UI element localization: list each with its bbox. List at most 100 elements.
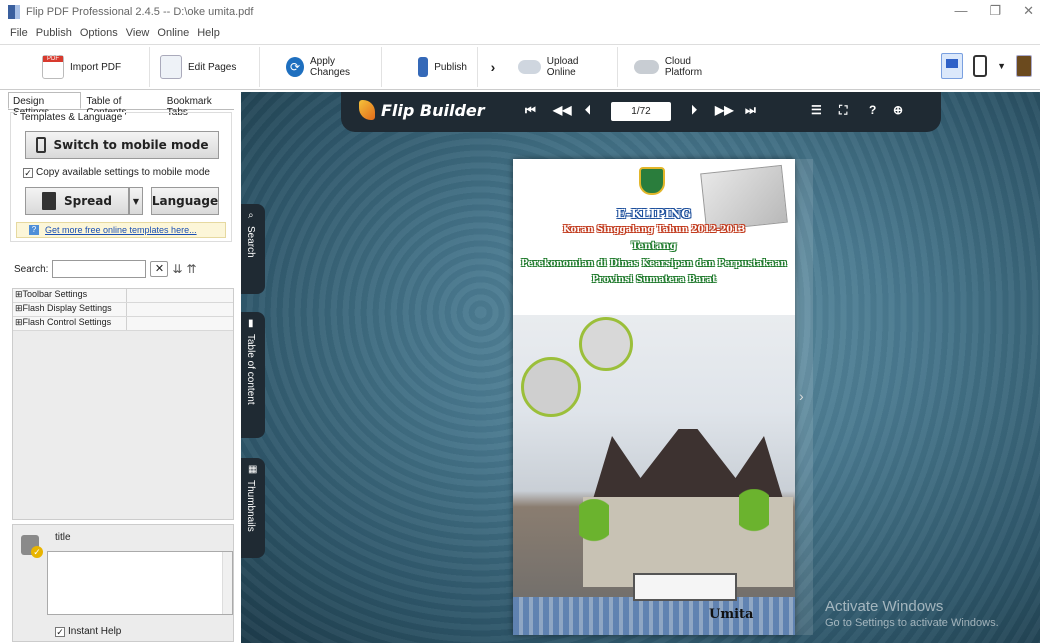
publish-label: Publish <box>434 61 467 73</box>
title-bar: Flip PDF Professional 2.4.5 -- D:\oke um… <box>0 0 1040 24</box>
book-cover-page[interactable]: E-KLIPING Koran Singgalang Tahun 2012-20… <box>513 159 795 635</box>
side-tab-toc[interactable]: ▮ Table of content <box>241 312 265 438</box>
settings-tree: ⊞Toolbar Settings ⊞Flash Display Setting… <box>12 288 234 520</box>
spread-button[interactable]: Spread <box>25 187 129 215</box>
checkbox-checked-icon: ✓ <box>23 167 33 178</box>
zoom-icon[interactable]: ⊕ <box>893 103 903 117</box>
app-icon <box>8 5 20 19</box>
dropdown-arrow-icon[interactable]: ▼ <box>997 61 1006 71</box>
copy-settings-label: Copy available settings to mobile mode <box>36 167 210 178</box>
cloud-platform-label: Cloud Platform <box>664 56 703 78</box>
cover-line: Perekonomian di Dinas Kearsipan dan Perp… <box>521 259 787 269</box>
page-number-input[interactable]: 1/72 <box>611 102 671 121</box>
device-mode-switcher: ▼ <box>941 53 1032 79</box>
property-description[interactable] <box>47 551 233 615</box>
flipbook-toolbar: Flip Builder ⏮ ◀◀ ⏴ 1/72 ⏵ ▶▶ ⏭ ☰ ⛶ ? ⊕ <box>341 92 941 132</box>
first-page-icon[interactable]: ⏮ <box>525 103 536 118</box>
desktop-icon[interactable] <box>941 53 964 79</box>
help-icon[interactable]: ? <box>869 103 876 117</box>
search-icon: ⌕ <box>248 210 254 221</box>
newspaper-image <box>700 164 788 232</box>
tree-label: ⊞Flash Display Settings <box>13 303 127 316</box>
last-page-icon[interactable]: ⏭ <box>745 103 756 118</box>
bookmark-icon: ▮ <box>248 318 254 329</box>
switch-mobile-button[interactable]: Switch to mobile mode <box>25 131 219 159</box>
database-icon <box>21 535 43 558</box>
tab-table-of-contents[interactable]: Table of Contents <box>81 92 161 118</box>
import-pdf-label: Import PDF <box>70 61 122 73</box>
menu-view[interactable]: View <box>126 27 150 39</box>
copy-settings-checkbox[interactable]: ✓ Copy available settings to mobile mode <box>23 167 210 178</box>
cloud-platform-button[interactable]: Cloud Platform <box>618 47 738 87</box>
menu-bar: File Publish Options View Online Help <box>0 24 1040 42</box>
next-page-arrow-icon[interactable]: › <box>799 388 804 404</box>
next-page-icon[interactable]: ⏵ <box>691 103 697 118</box>
page-edge <box>795 159 813 635</box>
side-tab-thumbnails[interactable]: ▦ Thumbnails <box>241 458 265 558</box>
templates-link-bar[interactable]: ? Get more free online templates here... <box>16 222 226 238</box>
emblem-logo <box>639 167 665 195</box>
apply-changes-button[interactable]: ⟳ Apply Changes <box>260 47 382 87</box>
clear-search-button[interactable]: ✕ <box>150 261 169 277</box>
publish-button[interactable]: Publish <box>382 47 478 87</box>
apply-changes-label: Apply Changes <box>309 56 351 78</box>
expand-all-icon[interactable]: ⇊ <box>172 262 182 276</box>
grid-icon: ▦ <box>248 464 258 475</box>
fullscreen-icon[interactable]: ⛶ <box>839 103 847 118</box>
main-toolbar: Import PDF Edit Pages ⟳ Apply Changes Pu… <box>0 44 1040 90</box>
cover-line: Provinsi Sumatera Barat <box>591 275 717 285</box>
newspaper-stack-photo <box>521 357 581 417</box>
tree-row-flash-control[interactable]: ⊞Flash Control Settings <box>13 317 233 331</box>
edit-pages-button[interactable]: Edit Pages <box>150 47 260 87</box>
book-icon[interactable] <box>1016 55 1032 77</box>
upload-online-label: Upload Online <box>546 56 579 78</box>
menu-options[interactable]: Options <box>80 27 118 39</box>
templates-link[interactable]: Get more free online templates here... <box>45 225 197 235</box>
property-help-box: title ✓ Instant Help <box>12 524 234 642</box>
next-icon[interactable]: ▶▶ <box>715 103 733 117</box>
restore-icon[interactable]: ❐ <box>989 3 1001 19</box>
menu-publish[interactable]: Publish <box>36 27 72 39</box>
window-title: Flip PDF Professional 2.4.5 -- D:\oke um… <box>26 6 254 18</box>
phone-icon[interactable] <box>973 55 988 77</box>
scrollbar[interactable] <box>222 552 232 614</box>
settings-panel: Design Settings Table of Contents Bookma… <box>8 92 234 643</box>
menu-file[interactable]: File <box>10 27 28 39</box>
switch-mobile-label: Switch to mobile mode <box>53 138 209 152</box>
spread-book-icon <box>42 192 56 210</box>
side-tab-search[interactable]: ⌕ Search <box>241 204 265 294</box>
upload-online-button[interactable]: Upload Online <box>508 47 618 87</box>
office-signboard <box>633 573 737 601</box>
instant-help-label: Instant Help <box>68 626 122 637</box>
language-label: Language <box>151 194 219 208</box>
edit-pages-label: Edit Pages <box>188 61 237 73</box>
palm-tree <box>579 499 609 569</box>
collapse-all-icon[interactable]: ⇈ <box>187 262 197 276</box>
search-row: Search: ✕ ⇊ ⇈ <box>14 260 197 278</box>
tree-row-toolbar[interactable]: ⊞Toolbar Settings <box>13 289 233 303</box>
watermark-subtitle: Go to Settings to activate Windows. <box>825 617 999 629</box>
menu-online[interactable]: Online <box>157 27 189 39</box>
table-of-contents-icon[interactable]: ☰ <box>811 103 822 117</box>
language-button[interactable]: Language <box>151 187 219 215</box>
cover-subtitle: Koran Singgalang Tahun 2012-2013 <box>562 225 746 235</box>
import-pdf-button[interactable]: Import PDF <box>32 47 150 87</box>
close-icon[interactable]: ✕ <box>1023 3 1034 19</box>
cloud-icon <box>634 60 659 74</box>
cover-line: Tentang <box>631 241 677 252</box>
group-title: Templates & Language <box>17 112 126 123</box>
previous-icon[interactable]: ◀◀ <box>553 103 571 117</box>
tree-row-flash-display[interactable]: ⊞Flash Display Settings <box>13 303 233 317</box>
prev-page-icon[interactable]: ⏴ <box>585 103 591 118</box>
pdf-icon <box>42 55 64 79</box>
side-tab-label: Thumbnails <box>245 480 256 532</box>
minimize-icon[interactable]: — <box>954 3 967 19</box>
instant-help-checkbox[interactable]: ✓ Instant Help <box>55 626 121 637</box>
tab-bookmark-tabs[interactable]: Bookmark Tabs <box>162 92 234 118</box>
menu-help[interactable]: Help <box>197 27 220 39</box>
edit-pages-icon <box>160 55 182 79</box>
tab-design-settings[interactable]: Design Settings <box>8 92 82 118</box>
side-tab-label: Table of content <box>245 334 256 405</box>
spread-dropdown-button[interactable]: ▼ <box>129 187 143 215</box>
search-input[interactable] <box>52 260 147 278</box>
